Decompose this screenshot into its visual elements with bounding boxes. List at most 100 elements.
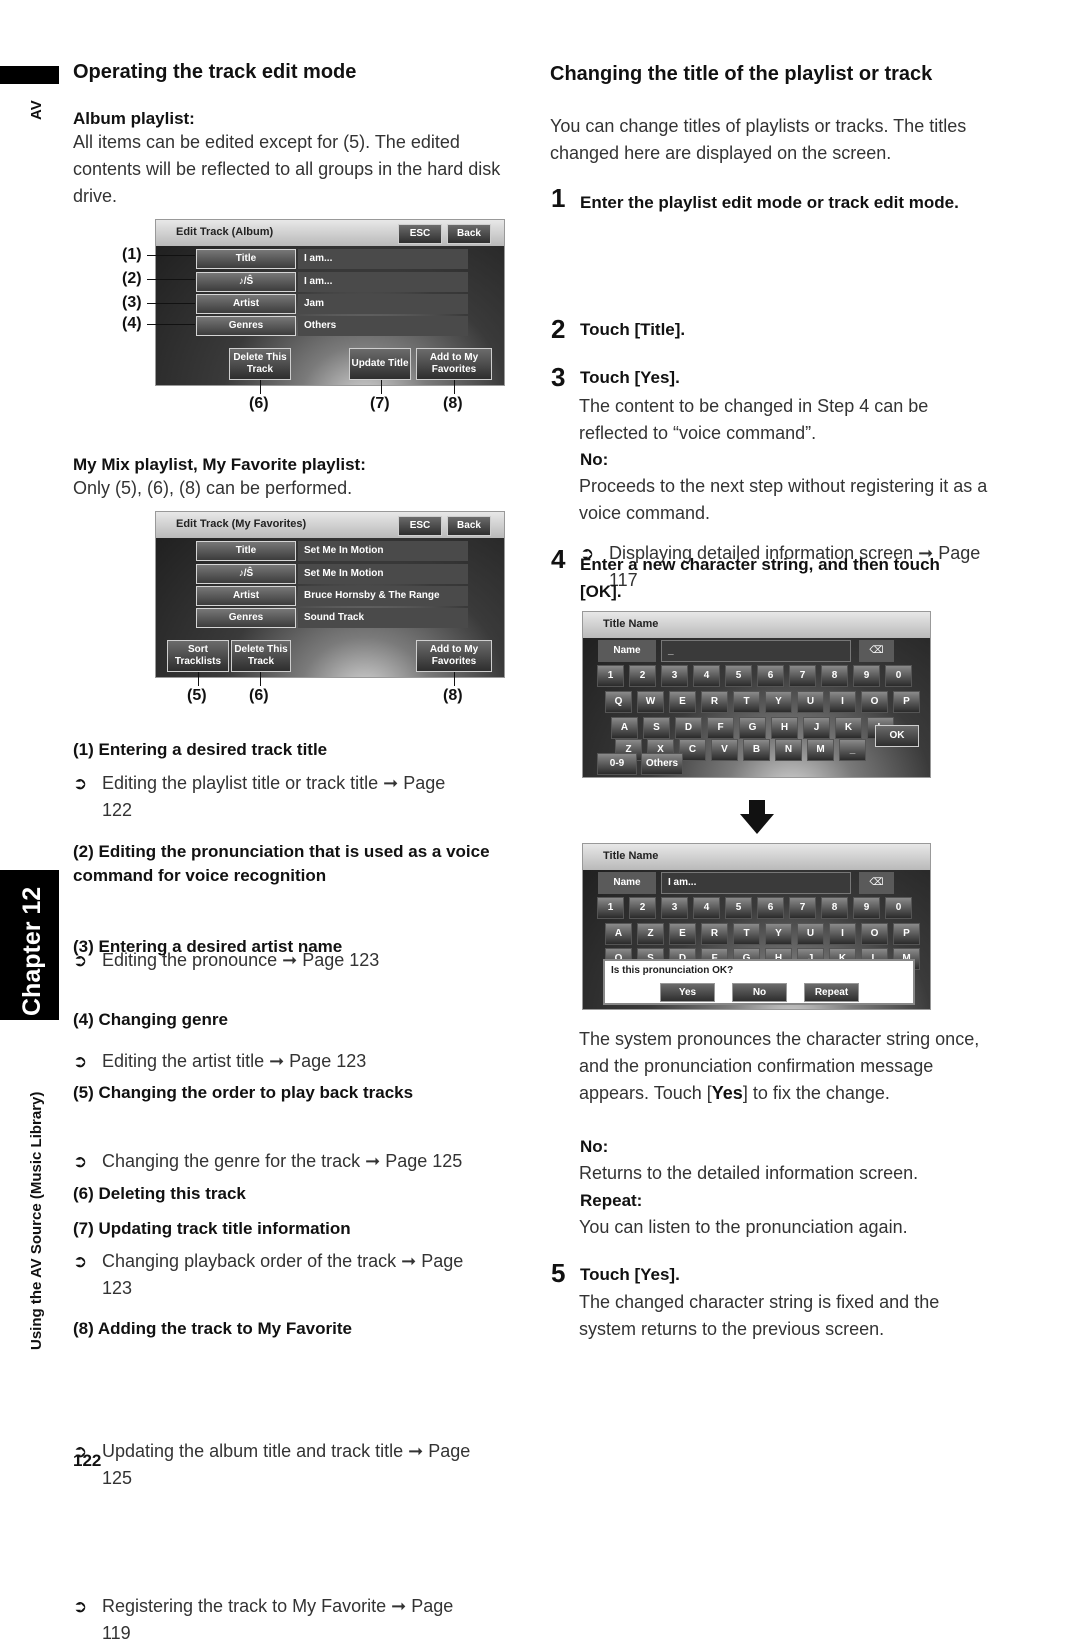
key-3[interactable]: 3 bbox=[661, 665, 688, 687]
key-a[interactable]: A bbox=[611, 717, 638, 739]
back-button[interactable]: Back bbox=[447, 224, 491, 244]
mode-0-9-button[interactable]: 0-9 bbox=[597, 753, 637, 775]
key-4[interactable]: 4 bbox=[693, 665, 720, 687]
key-8[interactable]: 8 bbox=[821, 897, 848, 919]
item-8-ref[interactable]: ➲ Registering the track to My Favorite ➞ … bbox=[73, 1593, 473, 1647]
name-input[interactable]: _ bbox=[661, 640, 851, 662]
key-3[interactable]: 3 bbox=[661, 897, 688, 919]
backspace-icon[interactable]: ⌫ bbox=[859, 872, 894, 894]
pronunciation-field-button[interactable]: ♪/Ŝ bbox=[196, 272, 296, 292]
key-z[interactable]: Z bbox=[637, 923, 664, 945]
key-q[interactable]: Q bbox=[605, 691, 632, 713]
key-m[interactable]: M bbox=[807, 739, 834, 761]
key-r[interactable]: R bbox=[701, 923, 728, 945]
chapter-tab: Chapter 12 bbox=[0, 870, 59, 1020]
ref-text: Updating the album title and track title… bbox=[102, 1441, 471, 1488]
key-o[interactable]: O bbox=[861, 691, 888, 713]
key-4[interactable]: 4 bbox=[693, 897, 720, 919]
delete-this-track-button[interactable]: Delete This Track bbox=[231, 640, 291, 672]
key-space[interactable]: _ bbox=[839, 739, 866, 761]
key-5[interactable]: 5 bbox=[725, 665, 752, 687]
key-a[interactable]: A bbox=[605, 923, 632, 945]
key-5[interactable]: 5 bbox=[725, 897, 752, 919]
key-e[interactable]: E bbox=[669, 923, 696, 945]
key-2[interactable]: 2 bbox=[629, 665, 656, 687]
key-6[interactable]: 6 bbox=[757, 897, 784, 919]
artist-field-button[interactable]: Artist bbox=[196, 586, 296, 606]
add-to-my-favorites-button[interactable]: Add to My Favorites bbox=[416, 348, 492, 380]
key-1[interactable]: 1 bbox=[597, 897, 624, 919]
title-field-button[interactable]: Title bbox=[196, 541, 296, 561]
ok-button[interactable]: OK bbox=[875, 725, 919, 747]
yes-button[interactable]: Yes bbox=[660, 983, 715, 1002]
key-p[interactable]: P bbox=[893, 923, 920, 945]
update-title-button[interactable]: Update Title bbox=[349, 348, 411, 380]
item-4-ref[interactable]: ➲ Changing the genre for the track ➞ Page… bbox=[73, 1148, 523, 1175]
key-k[interactable]: K bbox=[835, 717, 862, 739]
screen-title: Edit Track (My Favorites) bbox=[176, 518, 307, 530]
backspace-icon[interactable]: ⌫ bbox=[859, 640, 894, 662]
key-t[interactable]: T bbox=[733, 923, 760, 945]
key-7[interactable]: 7 bbox=[789, 665, 816, 687]
title-field-button[interactable]: Title bbox=[196, 249, 296, 269]
delete-this-track-button[interactable]: Delete This Track bbox=[229, 348, 291, 380]
repeat-button[interactable]: Repeat bbox=[804, 983, 859, 1002]
key-7[interactable]: 7 bbox=[789, 897, 816, 919]
leader-line bbox=[260, 380, 261, 394]
key-e[interactable]: E bbox=[669, 691, 696, 713]
callout-4: (4) bbox=[122, 315, 142, 332]
item-7-ref[interactable]: ➲ Updating the album title and track titl… bbox=[73, 1438, 488, 1492]
key-v[interactable]: V bbox=[711, 739, 738, 761]
av-side-label: AV bbox=[28, 96, 48, 126]
key-8[interactable]: 8 bbox=[821, 665, 848, 687]
item-3-ref[interactable]: ➲ Editing the artist title ➞ Page 123 bbox=[73, 1048, 513, 1075]
genres-field-button[interactable]: Genres bbox=[196, 608, 296, 628]
key-t[interactable]: T bbox=[733, 691, 760, 713]
key-w[interactable]: W bbox=[637, 691, 664, 713]
key-y[interactable]: Y bbox=[765, 691, 792, 713]
genres-field-button[interactable]: Genres bbox=[196, 316, 296, 336]
key-c[interactable]: C bbox=[679, 739, 706, 761]
key-p[interactable]: P bbox=[893, 691, 920, 713]
key-i[interactable]: I bbox=[829, 691, 856, 713]
sort-tracklists-button[interactable]: Sort Tracklists bbox=[167, 640, 229, 672]
yes-emphasis: Yes bbox=[711, 1083, 743, 1103]
key-0[interactable]: 0 bbox=[885, 665, 912, 687]
key-o[interactable]: O bbox=[861, 923, 888, 945]
key-n[interactable]: N bbox=[775, 739, 802, 761]
item-5-ref[interactable]: ➲ Changing playback order of the track ➞ … bbox=[73, 1248, 473, 1302]
key-1[interactable]: 1 bbox=[597, 665, 624, 687]
no-button[interactable]: No bbox=[732, 983, 787, 1002]
key-y[interactable]: Y bbox=[765, 923, 792, 945]
ref-text: Registering the track to My Favorite ➞ P… bbox=[102, 1596, 454, 1643]
key-b[interactable]: B bbox=[743, 739, 770, 761]
key-9[interactable]: 9 bbox=[853, 897, 880, 919]
key-6[interactable]: 6 bbox=[757, 665, 784, 687]
esc-button[interactable]: ESC bbox=[398, 516, 442, 536]
add-to-my-favorites-button[interactable]: Add to My Favorites bbox=[416, 640, 492, 672]
step-3-no-label: No: bbox=[580, 450, 609, 469]
name-input[interactable]: I am... bbox=[661, 872, 851, 894]
step-3-text: The content to be changed in Step 4 can … bbox=[579, 396, 929, 443]
key-d[interactable]: D bbox=[675, 717, 702, 739]
key-g[interactable]: G bbox=[739, 717, 766, 739]
key-u[interactable]: U bbox=[797, 923, 824, 945]
key-0[interactable]: 0 bbox=[885, 897, 912, 919]
left-heading: Operating the track edit mode bbox=[73, 61, 357, 83]
item-1-ref[interactable]: ➲ Editing the playlist title or track tit… bbox=[73, 770, 473, 824]
back-button[interactable]: Back bbox=[447, 516, 491, 536]
key-f[interactable]: F bbox=[707, 717, 734, 739]
esc-button[interactable]: ESC bbox=[398, 224, 442, 244]
key-h[interactable]: H bbox=[771, 717, 798, 739]
pronunciation-field-button[interactable]: ♪/Ŝ bbox=[196, 564, 296, 584]
key-s[interactable]: S bbox=[643, 717, 670, 739]
item-8-heading: (8) Adding the track to My Favorite bbox=[73, 1319, 352, 1338]
key-j[interactable]: J bbox=[803, 717, 830, 739]
key-2[interactable]: 2 bbox=[629, 897, 656, 919]
key-u[interactable]: U bbox=[797, 691, 824, 713]
key-i[interactable]: I bbox=[829, 923, 856, 945]
mode-others-button[interactable]: Others bbox=[641, 753, 683, 775]
key-r[interactable]: R bbox=[701, 691, 728, 713]
artist-field-button[interactable]: Artist bbox=[196, 294, 296, 314]
key-9[interactable]: 9 bbox=[853, 665, 880, 687]
